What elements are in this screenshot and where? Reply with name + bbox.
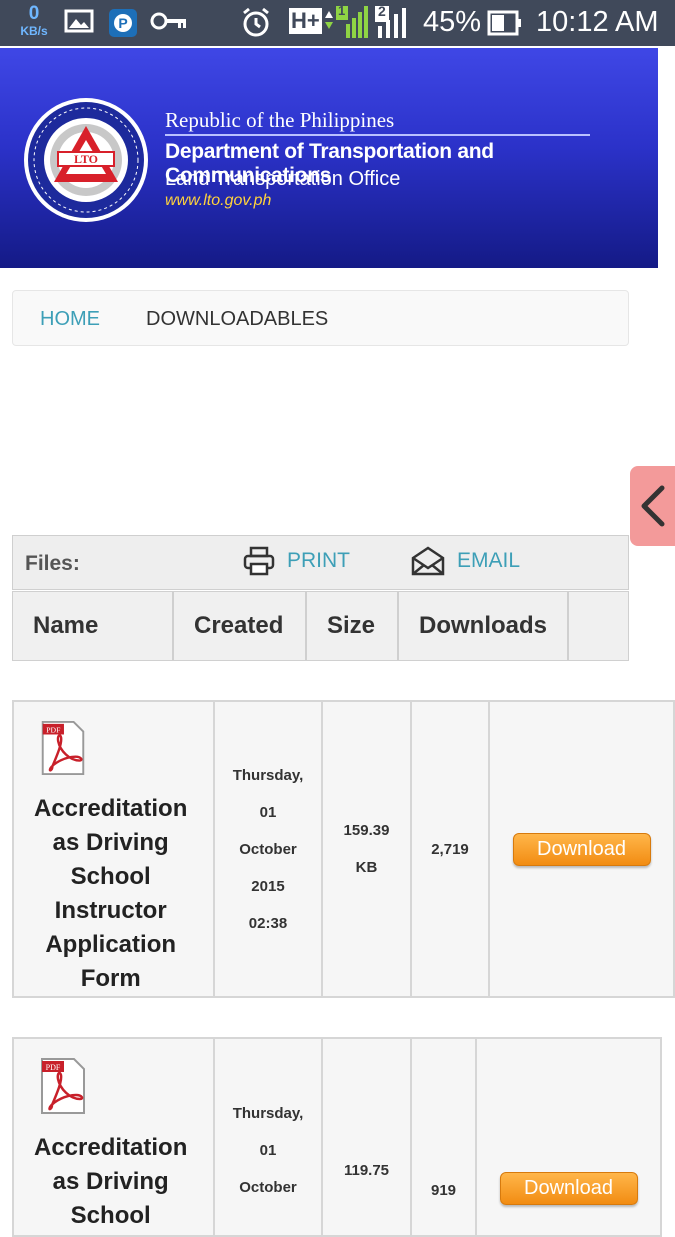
downloads-cell: 919	[412, 1039, 477, 1235]
breadcrumb-home-link[interactable]: HOME	[40, 308, 100, 331]
header-divider	[165, 134, 590, 136]
action-cell: Download	[477, 1039, 660, 1235]
header-office: Land Transportation Office	[165, 168, 401, 190]
gallery-icon	[64, 9, 94, 33]
download-count: 2,719	[431, 840, 469, 858]
created-date: Thursday, 01 October	[232, 1105, 304, 1196]
status-bar: 0 KB/s P H+ 1 2 45% 10:12 AM	[0, 0, 675, 46]
pdf-file-icon: PDF	[41, 720, 85, 776]
network-speed: 0 KB/s	[14, 4, 54, 39]
battery-icon	[487, 10, 521, 36]
logo-text: LTO	[74, 152, 98, 166]
file-name-cell: PDF Accreditation as Driving School Inst…	[14, 702, 215, 996]
column-header-downloads[interactable]: Downloads	[399, 592, 569, 660]
pdf-file-icon: PDF	[41, 1058, 85, 1114]
network-speed-unit: KB/s	[20, 24, 48, 38]
svg-text:PDF: PDF	[46, 1063, 61, 1072]
print-button[interactable]: PRINT	[243, 546, 350, 576]
action-cell: Download	[490, 702, 673, 996]
file-name[interactable]: Accreditation as Driving School Instruct…	[34, 792, 187, 996]
files-label: Files:	[25, 552, 80, 575]
file-size: 159.39 KB	[343, 822, 390, 876]
download-button[interactable]: Download	[512, 832, 651, 866]
lto-seal-logo: LTO	[24, 98, 148, 222]
sim1-number: 1	[338, 3, 346, 18]
files-toolbar: Files: PRINT EMAIL	[12, 535, 629, 590]
column-header-size[interactable]: Size	[307, 592, 399, 660]
email-label: EMAIL	[457, 549, 521, 572]
column-header-action	[569, 592, 628, 660]
column-header-name[interactable]: Name	[13, 592, 174, 660]
breadcrumb-current: DOWNLOADABLES	[146, 308, 329, 330]
network-speed-value: 0	[28, 3, 40, 24]
svg-text:PDF: PDF	[46, 726, 61, 735]
breadcrumb: HOME DOWNLOADABLES	[12, 290, 629, 346]
header-url[interactable]: www.lto.gov.ph	[165, 192, 271, 210]
downloads-cell: 2,719	[412, 702, 490, 996]
created-date: Thursday, 01 October 2015 02:38	[232, 766, 304, 932]
battery-percent: 45%	[423, 6, 482, 38]
printer-icon	[243, 546, 275, 576]
size-cell: 119.75	[323, 1039, 412, 1235]
created-cell: Thursday, 01 October	[215, 1039, 323, 1235]
files-table-header: Name Created Size Downloads	[12, 591, 629, 661]
clock: 10:12 AM	[536, 6, 659, 38]
side-panel-toggle[interactable]	[630, 466, 675, 546]
chevron-left-icon	[641, 485, 665, 527]
download-count: 919	[430, 1182, 457, 1199]
network-type: H+	[289, 8, 322, 34]
envelope-icon	[411, 546, 445, 576]
file-name-cell: PDF Accreditation as Driving School	[14, 1039, 215, 1235]
column-header-created[interactable]: Created	[174, 592, 307, 660]
key-icon	[150, 12, 186, 30]
svg-text:P: P	[118, 15, 127, 31]
site-header: LTO Republic of the Philippines Departme…	[0, 48, 658, 268]
created-cell: Thursday, 01 October 2015 02:38	[215, 702, 323, 996]
download-button[interactable]: Download	[499, 1172, 638, 1205]
header-republic: Republic of the Philippines	[165, 108, 395, 132]
email-button[interactable]: EMAIL	[411, 546, 520, 576]
print-label: PRINT	[287, 549, 350, 572]
file-name[interactable]: Accreditation as Driving School	[34, 1131, 187, 1233]
signal-sim1-icon	[325, 6, 368, 38]
app-p-icon: P	[109, 9, 137, 37]
size-cell: 159.39 KB	[323, 702, 412, 996]
alarm-icon	[243, 7, 269, 37]
file-size: 119.75	[343, 1162, 390, 1179]
table-row: PDF Accreditation as Driving School Thur…	[12, 1037, 662, 1237]
sim2-number: 2	[378, 3, 386, 19]
table-row: PDF Accreditation as Driving School Inst…	[12, 700, 675, 998]
